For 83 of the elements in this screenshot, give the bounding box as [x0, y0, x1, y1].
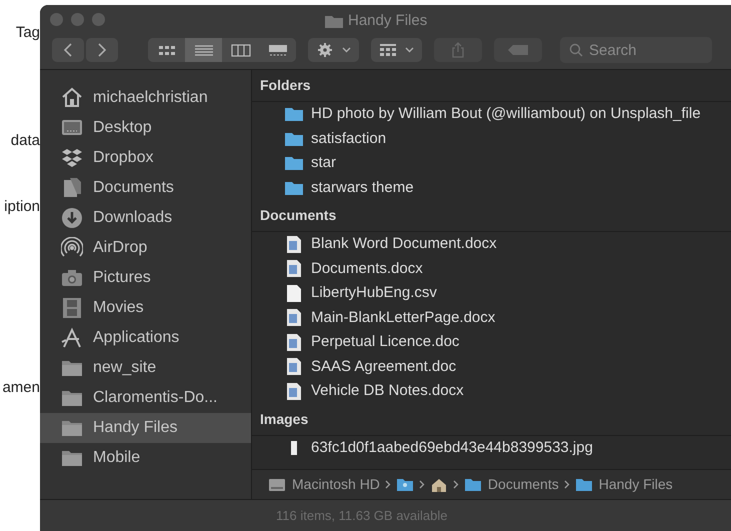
background-text: amen: [2, 378, 40, 398]
sidebar-item[interactable]: Desktop: [40, 113, 251, 143]
icon-view-icon: [156, 44, 176, 56]
house-icon: [430, 476, 448, 492]
background-text: Tag: [16, 23, 40, 43]
file-name[interactable]: star: [311, 152, 336, 174]
chevron-right-icon: [564, 480, 570, 489]
sidebar-item[interactable]: Dropbox: [40, 143, 251, 173]
folder-icon: [285, 132, 303, 146]
document-icon: [287, 260, 301, 278]
list-view-icon: [194, 44, 214, 56]
sidebar-item[interactable]: Handy Files: [40, 413, 251, 443]
film-icon: [61, 297, 83, 319]
sidebar-item[interactable]: AirDrop: [40, 233, 251, 263]
folder-icon: [464, 476, 482, 492]
folder-icon: [574, 476, 593, 492]
sidebar-item[interactable]: Pictures: [40, 263, 251, 293]
user-folder-icon: [396, 476, 414, 492]
action-menu-button[interactable]: [308, 38, 359, 62]
file-name[interactable]: satisfaction: [311, 128, 386, 150]
section-header: Folders: [260, 76, 311, 95]
file-name[interactable]: HD photo by William Bout (@williambout) on Unsplash_file: [311, 103, 701, 126]
folder-icon: [285, 107, 303, 122]
document-icon: [287, 236, 301, 253]
background-text: data: [10, 131, 40, 151]
download-icon: [61, 207, 83, 229]
file-name[interactable]: 63fc1d0f1aabed69ebd43e44b8399533.jpg: [311, 436, 593, 459]
sidebar-item[interactable]: michaelchristian: [40, 83, 251, 113]
gallery-view-icon: [268, 44, 288, 56]
group-menu-button[interactable]: [371, 38, 422, 62]
forward-icon: [97, 43, 107, 57]
sidebar-item[interactable]: Applications: [40, 323, 251, 353]
file-name[interactable]: Main-BlankLetterPage.docx: [311, 306, 496, 329]
file-name[interactable]: Vehicle DB Notes.docx: [311, 380, 464, 402]
folder-icon: [285, 180, 303, 195]
radio-wave-icon: [61, 237, 83, 259]
path-item[interactable]: Handy Files: [598, 474, 673, 495]
tag-icon: [507, 44, 529, 56]
section-header: Images: [260, 410, 308, 429]
file-name[interactable]: LibertyHubEng.csv: [311, 282, 437, 304]
search-icon: [569, 43, 583, 57]
chevron-down-icon: [405, 47, 414, 53]
forward-button[interactable]: [86, 38, 118, 62]
sidebar-item[interactable]: Movies: [40, 293, 251, 323]
search-field[interactable]: Search: [560, 37, 712, 63]
file-name[interactable]: Blank Word Document.docx: [311, 233, 497, 256]
document-icon: [61, 177, 83, 199]
camera-icon: [61, 267, 83, 289]
back-icon: [63, 43, 73, 57]
house-icon: [61, 87, 83, 109]
chevron-right-icon: [452, 480, 459, 489]
share-icon: [451, 42, 465, 58]
document-icon: [287, 358, 301, 376]
file-name[interactable]: Perpetual Licence.doc: [311, 331, 460, 354]
sidebar-item[interactable]: new_site: [40, 353, 251, 383]
document-icon: [287, 309, 301, 326]
background-text: iption: [4, 197, 40, 217]
document-icon: [287, 382, 301, 400]
sidebar-item[interactable]: Downloads: [40, 203, 251, 233]
folder-icon: [325, 14, 343, 28]
file-name[interactable]: Documents.docx: [311, 258, 423, 280]
sidebar-item[interactable]: Mobile: [40, 443, 251, 473]
section-header: Documents: [260, 206, 336, 225]
chevron-down-icon: [342, 47, 351, 53]
chevron-right-icon: [384, 480, 391, 489]
back-button[interactable]: [52, 38, 84, 62]
chevron-right-icon: [418, 480, 425, 489]
folder-icon: [285, 156, 303, 170]
grid-icon: [379, 43, 397, 57]
document-icon: [287, 284, 301, 302]
document-icon: [287, 334, 301, 351]
file-name[interactable]: starwars theme: [311, 176, 414, 199]
sidebar-item[interactable]: Documents: [40, 173, 251, 203]
window-title: Handy Files: [348, 11, 428, 31]
view-button[interactable]: [185, 38, 222, 62]
gear-icon: [316, 43, 334, 57]
sidebar-item[interactable]: Claromentis-Do...: [40, 383, 251, 413]
column-view-icon: [230, 44, 250, 56]
path-item[interactable]: Documents: [488, 474, 559, 495]
path-item[interactable]: Macintosh HD: [292, 474, 380, 495]
image-file-icon: [290, 440, 298, 455]
diamond-icon: [61, 147, 83, 169]
file-name[interactable]: SAAS Agreement.doc: [311, 356, 456, 378]
